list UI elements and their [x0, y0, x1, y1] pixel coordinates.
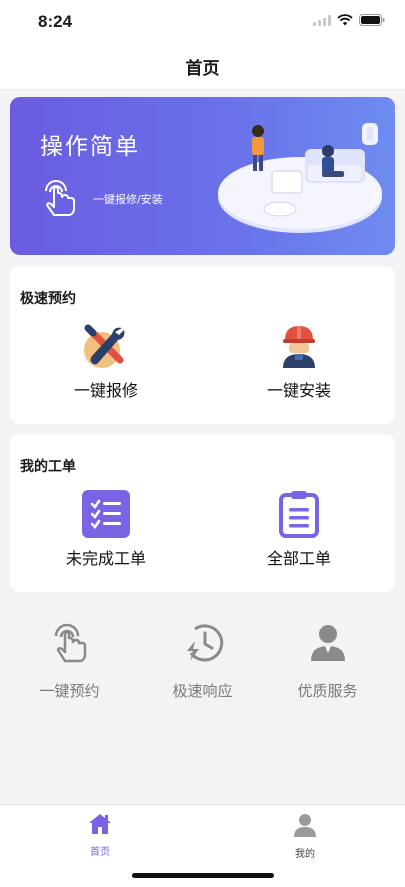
feature-label: 优质服务	[297, 682, 358, 700]
feature-label: 极速响应	[172, 682, 233, 700]
status-bar: 8:24	[0, 0, 405, 44]
all-orders-button[interactable]: 全部工单	[203, 489, 395, 579]
checklist-icon	[82, 489, 130, 539]
all-orders-label: 全部工单	[266, 549, 331, 568]
feature-quality-service: 优质服务	[260, 618, 395, 701]
tab-profile-label: 我的	[295, 849, 315, 860]
tab-home-label: 首页	[90, 847, 110, 858]
one-click-install-button[interactable]: 一键安装	[203, 321, 395, 411]
incomplete-orders-label: 未完成工单	[65, 549, 146, 568]
service-person-icon	[308, 618, 348, 668]
clipboard-icon	[278, 489, 320, 539]
feature-label: 一键预约	[39, 682, 100, 700]
worker-helmet-icon	[279, 321, 319, 371]
tab-home[interactable]: 首页	[0, 813, 200, 858]
feature-fast-response: 极速响应	[135, 618, 270, 701]
banner-subtitle: 一键报修/安装	[93, 193, 163, 206]
one-click-repair-label: 一键报修	[73, 381, 138, 400]
wifi-icon	[337, 14, 353, 26]
quick-booking-card: 极速预约 一键报修 一键安装	[10, 266, 395, 424]
tab-profile[interactable]: 我的	[205, 813, 405, 860]
feature-one-click-booking: 一键预约	[2, 618, 137, 701]
one-click-repair-button[interactable]: 一键报修	[10, 321, 202, 411]
signal-icon	[313, 14, 331, 26]
promo-banner[interactable]: 操作简单 一键报修/安装	[10, 97, 395, 255]
banner-title: 操作简单	[40, 134, 140, 160]
nav-bar: 首页	[0, 44, 405, 90]
features-row: 一键预约 极速响应 优质服务	[0, 618, 405, 708]
home-icon	[88, 813, 112, 839]
battery-icon	[359, 14, 385, 26]
fast-clock-icon	[181, 618, 225, 668]
tap-hand-icon	[40, 177, 80, 223]
status-time: 8:24	[38, 12, 73, 31]
my-orders-card: 我的工单 未完成工单 全部工单	[10, 434, 395, 592]
tap-hand-icon	[50, 618, 90, 668]
home-indicator	[132, 873, 274, 878]
one-click-install-label: 一键安装	[266, 381, 331, 400]
incomplete-orders-button[interactable]: 未完成工单	[10, 489, 202, 579]
user-icon	[293, 813, 317, 841]
status-icons	[313, 14, 385, 26]
page-title: 首页	[185, 59, 220, 79]
quick-booking-title: 极速预约	[20, 291, 76, 307]
wrench-screwdriver-icon	[80, 321, 132, 371]
home-repair-illustration	[218, 123, 382, 233]
my-orders-title: 我的工单	[20, 459, 76, 475]
